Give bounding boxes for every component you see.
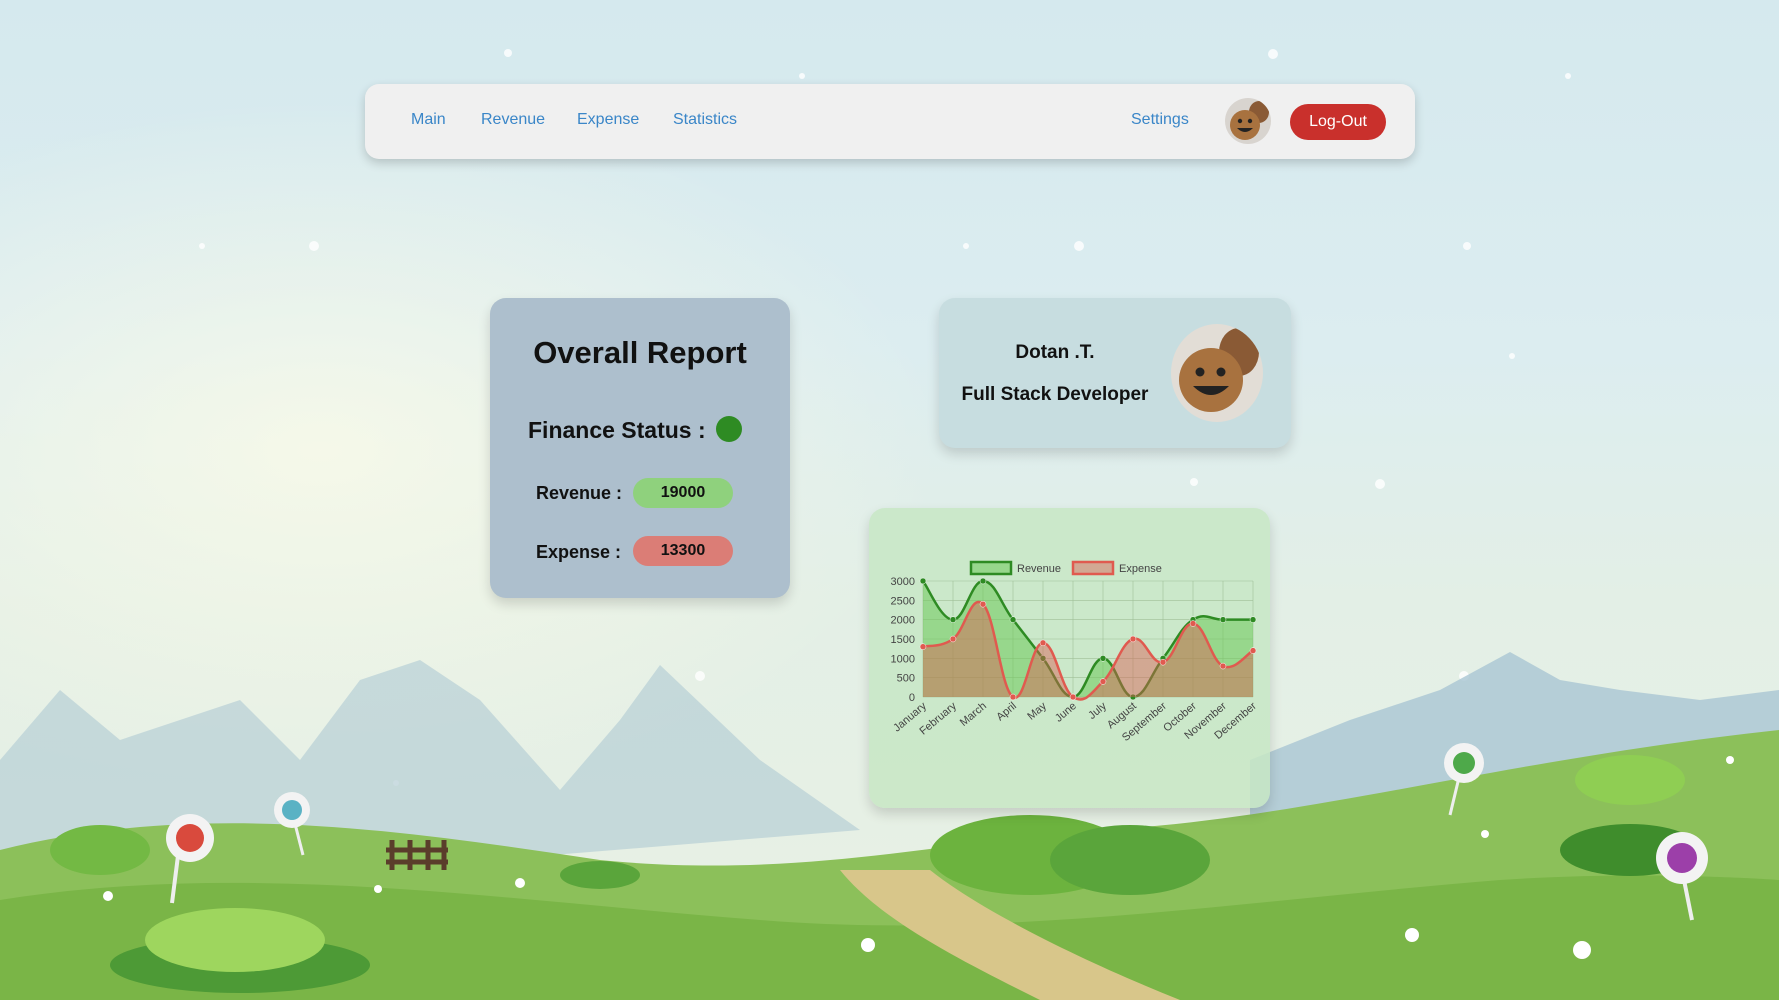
data-point-revenue [949, 616, 957, 623]
profile-role: Full Stack Developer [961, 384, 1149, 405]
data-point-expense [949, 635, 957, 643]
overall-report-card: Overall Report Finance Status : Revenue … [490, 298, 790, 598]
data-point-expense [1009, 693, 1017, 701]
y-tick-label: 2500 [891, 595, 915, 607]
data-point-expense [979, 600, 987, 608]
data-point-expense [1189, 620, 1197, 627]
y-tick-label: 500 [897, 673, 915, 685]
x-tick-label: June [1053, 700, 1079, 725]
nav-link-settings[interactable]: Settings [1131, 111, 1189, 129]
expense-value-badge: 13300 [633, 536, 733, 566]
finance-status-indicator [716, 416, 742, 442]
data-point-expense [1249, 647, 1257, 654]
data-point-revenue [1219, 616, 1227, 623]
top-navbar: Main Revenue Expense Statistics Settings… [365, 84, 1415, 159]
data-point-revenue [1009, 616, 1017, 623]
y-tick-label: 0 [909, 692, 915, 704]
avatar-face-icon [1179, 328, 1259, 412]
revenue-expense-chart-card: 0 500 1000 1500 2000 2500 3000 January February M… [869, 508, 1270, 808]
legend-swatch-revenue [969, 560, 1013, 576]
data-point-revenue [979, 577, 987, 585]
data-point-expense [1099, 678, 1107, 685]
data-point-revenue [1249, 616, 1257, 623]
revenue-expense-chart: 050010001500200025003000JanuaryFebruaryM… [891, 560, 1259, 744]
profile-avatar [1171, 324, 1263, 422]
data-point-expense [1129, 635, 1137, 643]
data-point-expense [919, 643, 927, 650]
x-tick-label: March [958, 700, 989, 729]
data-point-expense [1159, 658, 1167, 666]
revenue-label: Revenue : [536, 483, 623, 503]
data-point-revenue [1099, 655, 1107, 662]
finance-status-label: Finance Status : [528, 417, 706, 443]
profile-name: Dotan .T. [1015, 342, 1095, 363]
nav-link-revenue[interactable]: Revenue [481, 111, 545, 129]
y-tick-label: 1500 [891, 634, 915, 646]
avatar-face-icon [1230, 101, 1269, 140]
x-tick-label: April [994, 700, 1019, 723]
logout-button[interactable]: Log-Out [1290, 104, 1386, 140]
data-point-expense [1069, 693, 1077, 701]
legend-label-revenue: Revenue [1017, 563, 1061, 575]
legend-swatch-expense [1071, 560, 1115, 576]
report-title: Overall Report [533, 335, 747, 370]
x-tick-label: July [1086, 700, 1109, 722]
data-point-expense [1039, 639, 1047, 647]
y-tick-label: 1000 [891, 653, 915, 665]
y-tick-label: 2000 [891, 615, 915, 627]
profile-card: Dotan .T. Full Stack Developer [939, 298, 1291, 448]
legend-label-expense: Expense [1119, 563, 1162, 575]
nav-link-main[interactable]: Main [411, 111, 446, 129]
revenue-value-badge: 19000 [633, 478, 733, 508]
expense-label: Expense : [536, 542, 622, 562]
nav-link-statistics[interactable]: Statistics [673, 111, 737, 129]
y-tick-label: 3000 [891, 576, 915, 588]
avatar[interactable] [1225, 98, 1271, 144]
data-point-expense [1219, 662, 1227, 670]
nav-link-expense[interactable]: Expense [577, 111, 639, 129]
data-point-revenue [919, 577, 927, 585]
x-tick-label: May [1025, 700, 1049, 723]
